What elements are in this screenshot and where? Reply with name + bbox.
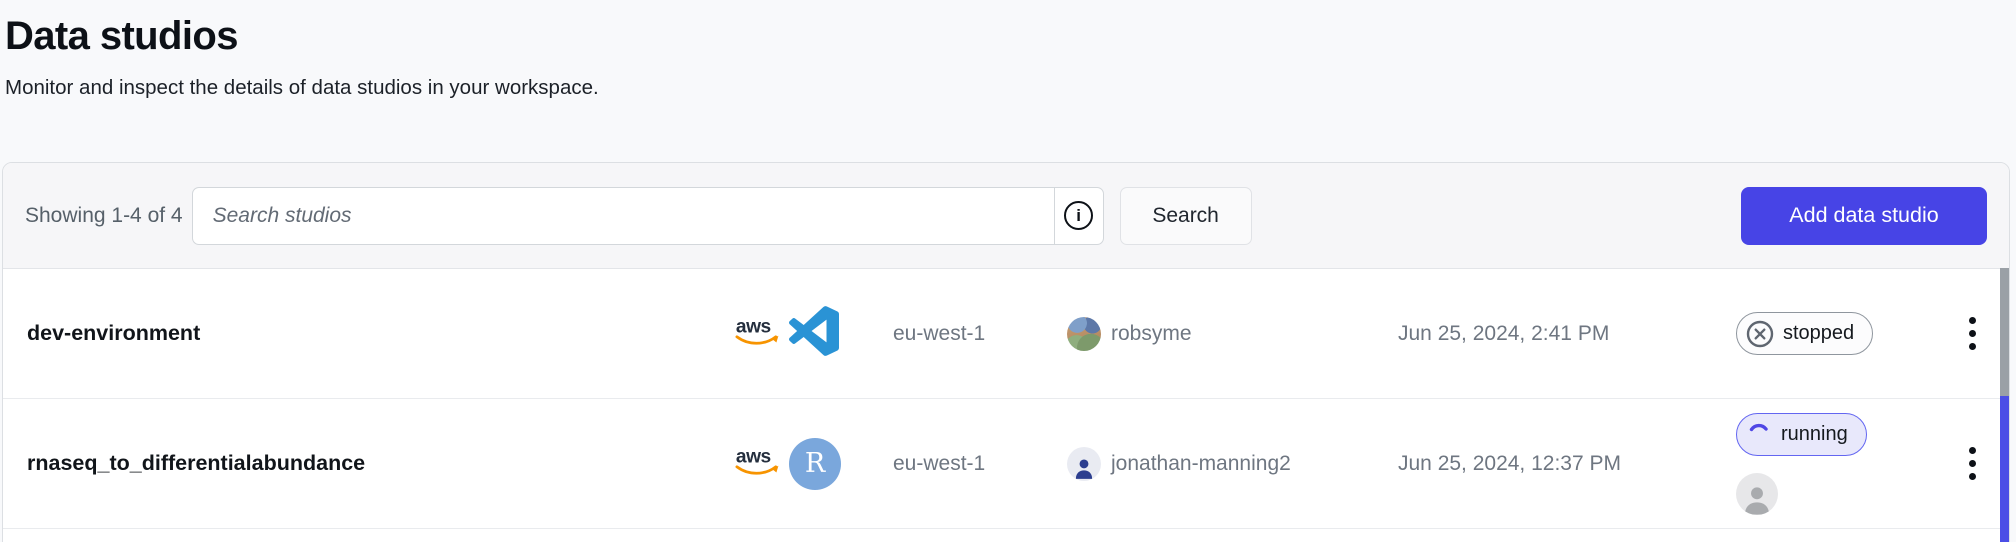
studio-created-date: Jun 25, 2024, 2:41 PM: [1398, 322, 1736, 346]
page-title: Data studios: [5, 14, 2016, 59]
studios-toolbar: Showing 1-4 of 4 i Search Add data studi…: [3, 163, 2009, 269]
info-icon: i: [1064, 201, 1093, 230]
studios-panel: Showing 1-4 of 4 i Search Add data studi…: [2, 162, 2010, 542]
studio-row-partial: [3, 529, 2009, 542]
studio-row-rnaseq[interactable]: rnaseq_to_differentialabundance aws R eu…: [3, 399, 2009, 529]
x-circle-icon: [1746, 320, 1774, 348]
aws-icon: aws: [733, 315, 781, 352]
studio-icons-cell: aws: [733, 306, 893, 361]
aws-wordmark: aws: [736, 446, 771, 467]
user-name: jonathan-manning2: [1111, 452, 1291, 476]
studio-created-date: Jun 25, 2024, 12:37 PM: [1398, 452, 1736, 476]
aws-icon: aws: [733, 445, 781, 482]
spinner-icon: [1746, 421, 1772, 447]
row-menu-button[interactable]: [1951, 434, 1995, 494]
studio-region: eu-west-1: [893, 322, 1067, 346]
search-input[interactable]: [192, 187, 1054, 245]
studio-region: eu-west-1: [893, 452, 1067, 476]
studio-user-cell: jonathan-manning2: [1067, 447, 1398, 481]
user-avatar-person-icon: [1067, 447, 1101, 481]
search-info-button[interactable]: i: [1054, 187, 1104, 245]
user-name: robsyme: [1111, 322, 1192, 346]
results-count: Showing 1-4 of 4: [25, 204, 183, 228]
studios-list: dev-environment aws eu-west-1: [3, 269, 2009, 542]
studio-user-cell: robsyme: [1067, 317, 1398, 351]
rstudio-icon: R: [789, 438, 841, 490]
status-badge-stopped: stopped: [1736, 312, 1873, 355]
placeholder-avatar-person-icon: [1736, 473, 1778, 515]
aws-wordmark: aws: [736, 316, 771, 337]
studio-row-dev-environment[interactable]: dev-environment aws eu-west-1: [3, 269, 2009, 399]
studio-name-link[interactable]: rnaseq_to_differentialabundance: [27, 451, 733, 476]
page-header: Data studios Monitor and inspect the det…: [0, 0, 2016, 100]
page-subtitle: Monitor and inspect the details of data …: [5, 76, 2016, 100]
vscode-icon: [789, 306, 839, 361]
vertical-scrollbar: [2000, 268, 2009, 542]
search-group: i: [192, 187, 1104, 245]
status-badge-running: running: [1736, 413, 1867, 456]
scrollbar-thumb[interactable]: [2000, 268, 2009, 396]
user-avatar: [1067, 317, 1101, 351]
add-data-studio-button[interactable]: Add data studio: [1741, 187, 1987, 245]
studio-name-link[interactable]: dev-environment: [27, 321, 733, 346]
studio-status-cell: stopped: [1736, 312, 1948, 355]
row-menu-button[interactable]: [1951, 304, 1995, 364]
status-label: stopped: [1783, 322, 1854, 345]
studio-status-cell: running: [1736, 413, 1948, 515]
search-button[interactable]: Search: [1120, 187, 1252, 245]
status-label: running: [1781, 423, 1848, 446]
scrollbar-thumb-active[interactable]: [2000, 396, 2009, 542]
studio-icons-cell: aws R: [733, 438, 893, 490]
